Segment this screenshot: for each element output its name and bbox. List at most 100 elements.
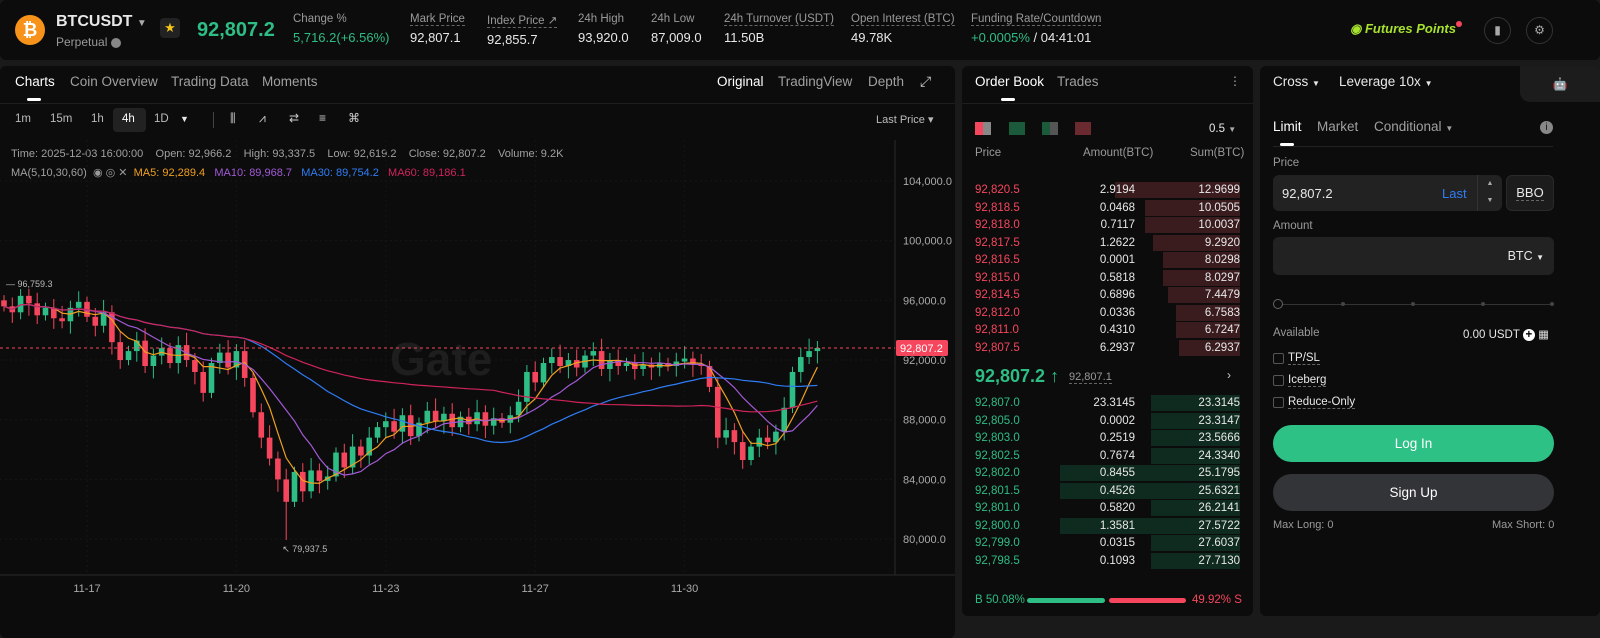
add-funds-icon[interactable]: + [1522,329,1535,341]
reduce-only-label[interactable]: Reduce-Only [1288,396,1356,409]
interval-1h[interactable]: 1h [91,113,104,125]
candle-body [42,307,49,316]
tab-coin-overview[interactable]: Coin Overview [70,74,158,89]
tpsl-checkbox[interactable] [1273,353,1284,364]
settings-sliders-icon[interactable]: ⇄ [289,111,299,125]
ask-row[interactable]: 92,811.0 0.4310 6.7247 [975,322,1240,339]
tab-order-book[interactable]: Order Book [975,74,1044,89]
candle-type-icon[interactable]: ⫼ [230,111,236,126]
buy-ratio: B 50.08% [975,594,1025,606]
leverage-dropdown[interactable]: Leverage 10x ▼ [1339,74,1433,89]
y-tick-label: 84,000.0 [903,474,946,486]
price-type-dropdown[interactable]: Last Price ▾ [876,113,934,126]
login-button[interactable]: Log In [1273,425,1554,462]
iceberg-checkbox[interactable] [1273,375,1284,386]
stat-turnover[interactable]: 24h Turnover (USDT) 11.50B [724,13,834,45]
candle-body [26,295,32,304]
bid-row[interactable]: 92,801.5 0.4526 25.6321 [975,482,1240,500]
unit-dropdown[interactable]: BTC ▼ [1508,249,1544,263]
interval-dropdown-icon[interactable]: ▼ [180,114,189,124]
order-type-conditional[interactable]: Conditional ▼ [1374,119,1453,134]
tab-charts[interactable]: Charts [15,74,55,89]
iceberg-label[interactable]: Iceberg [1288,374,1327,387]
view-tradingview[interactable]: TradingView [778,74,852,89]
indicators-icon[interactable]: ⩘ [259,111,266,126]
tpsl-label[interactable]: TP/SL [1288,352,1320,365]
stat-funding-rate[interactable]: Funding Rate/Countdown +0.0005% / 04:41:0… [971,13,1102,45]
ask-row[interactable]: 92,820.5 2.9194 12.9699 [975,182,1240,199]
futures-points-link[interactable]: ◉ Futures Points [1350,21,1462,37]
col-sum: Sum(BTC) [1190,147,1245,159]
fullscreen-icon[interactable]: ⤢ [920,73,931,90]
view-depth[interactable]: Depth [868,74,904,89]
layout-icon[interactable]: ⌘ [348,111,360,125]
amount-input[interactable]: BTC ▼ [1273,237,1554,275]
drawing-tools-icon[interactable]: ≡ [319,111,326,125]
order-sum: 26.2141 [1198,502,1240,514]
view-original[interactable]: Original [717,74,764,89]
candle-body [482,412,489,426]
candle-body [258,412,265,438]
tab-trades[interactable]: Trades [1057,74,1099,89]
candle-body [623,363,630,367]
info-icon[interactable] [110,37,121,48]
more-options-icon[interactable]: ⋮ [1229,74,1241,88]
y-tick-label: 80,000.0 [903,534,946,546]
tab-moments[interactable]: Moments [262,74,318,89]
mark-price[interactable]: 92,807.1 [1069,371,1112,384]
reduce-only-checkbox[interactable] [1273,397,1284,408]
bid-row[interactable]: 92,801.0 0.5820 26.2141 [975,500,1240,517]
guide-book-icon[interactable]: ▮ [1484,17,1511,44]
ask-row[interactable]: 92,816.5 0.0001 8.0298 [975,252,1240,269]
last-price-button[interactable]: Last [1442,186,1467,201]
info-icon[interactable]: i [1540,121,1553,134]
bid-row[interactable]: 92,799.0 0.0315 27.6037 [975,535,1240,552]
view-bids-icon[interactable] [1009,122,1025,135]
margin-mode-dropdown[interactable]: Cross ▼ [1273,74,1320,89]
bid-row[interactable]: 92,805.0 0.0002 23.3147 [975,412,1240,430]
ask-row[interactable]: 92,807.5 6.2937 6.2937 [975,339,1240,357]
symbol-selector[interactable]: BTCUSDT ▼ [56,13,147,31]
bid-row[interactable]: 92,802.0 0.8455 25.1795 [975,465,1240,482]
ask-row[interactable]: 92,818.0 0.7117 10.0037 [975,217,1240,234]
view-both-icon[interactable] [975,122,991,135]
bid-row[interactable]: 92,798.5 0.1093 27.7130 [975,552,1240,570]
view-asks-icon[interactable] [1075,122,1091,135]
bot-icon[interactable]: 🤖 [1520,66,1600,102]
interval-1d[interactable]: 1D [154,113,169,125]
interval-1m[interactable]: 1m [15,113,31,125]
bid-row[interactable]: 92,803.0 0.2519 23.5666 [975,430,1240,447]
signup-button[interactable]: Sign Up [1273,474,1554,511]
bid-row[interactable]: 92,800.0 1.3581 27.5722 [975,517,1240,535]
bbo-button[interactable]: BBO [1506,175,1554,211]
order-sum: 7.4479 [1204,289,1240,301]
ask-row[interactable]: 92,814.5 0.6896 7.4479 [975,287,1240,304]
stat-mark-price[interactable]: Mark Price 92,807.1 [410,13,465,45]
order-type-limit[interactable]: Limit [1273,119,1302,134]
chevron-right-icon[interactable]: › [1227,368,1231,382]
price-stepper[interactable]: ▲ ▼ [1477,175,1502,211]
bid-row[interactable]: 92,807.0 23.3145 23.3145 [975,395,1240,412]
view-bids-alt-icon[interactable] [1042,122,1058,135]
amount-label: Amount [1273,220,1313,232]
favorite-star-icon[interactable]: ★ [160,18,180,38]
tab-trading-data[interactable]: Trading Data [171,74,249,89]
ask-row[interactable]: 92,818.5 0.0468 10.0505 [975,199,1240,217]
btc-logo-icon: ₿ [15,15,45,45]
precision-dropdown[interactable]: 0.5 ▼ [1209,123,1236,135]
price-input[interactable]: 92,807.2 Last ▲ ▼ [1273,175,1502,211]
interval-4h[interactable]: 4h [122,113,135,125]
interval-15m[interactable]: 15m [50,113,72,125]
settings-gear-icon[interactable]: ⚙ [1526,17,1553,44]
ask-row[interactable]: 92,815.0 0.5818 8.0297 [975,269,1240,287]
candlestick-chart[interactable]: Gate 104,000.0 100,000.0 96,000.0 92,000.0 88… [0,140,955,630]
calculator-icon[interactable]: ▦ [1538,329,1549,341]
bid-row[interactable]: 92,802.5 0.7674 24.3340 [975,447,1240,465]
ask-row[interactable]: 92,817.5 1.2622 9.2920 [975,234,1240,252]
order-amount: 0.2519 [1099,432,1135,444]
order-type-market[interactable]: Market [1317,119,1358,134]
stat-open-interest[interactable]: Open Interest (BTC) 49.78K [851,13,955,45]
ask-row[interactable]: 92,812.0 0.0336 6.7583 [975,304,1240,322]
amount-slider[interactable] [1273,299,1554,309]
stat-index-price[interactable]: Index Price ↗ 92,855.7 [487,13,558,47]
